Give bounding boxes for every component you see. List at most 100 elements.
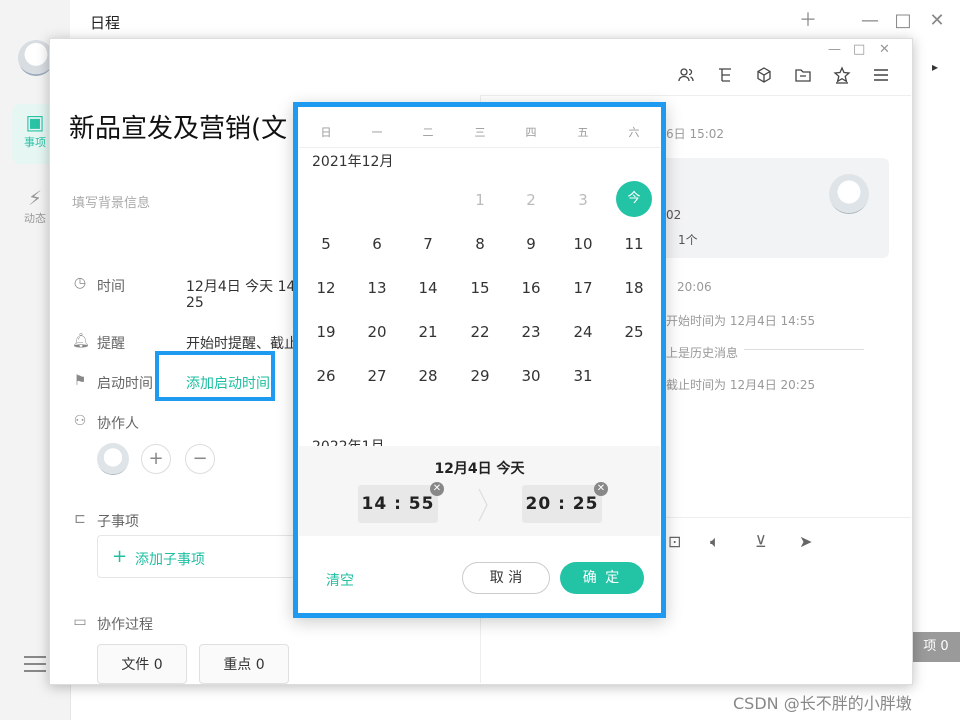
- clear-end-time-icon[interactable]: ✕: [594, 482, 608, 496]
- folder-icon[interactable]: [793, 66, 813, 86]
- calendar-day[interactable]: 25: [616, 314, 652, 350]
- calendar-day[interactable]: 27: [359, 358, 395, 394]
- calendar-day[interactable]: 24: [565, 314, 601, 350]
- background-info-field[interactable]: 填写背景信息: [72, 192, 150, 211]
- confirm-button[interactable]: 确 定: [560, 562, 644, 594]
- reminder-label: 提醒: [97, 336, 125, 352]
- minimize-icon[interactable]: —: [828, 42, 841, 57]
- remove-collaborator-button[interactable]: −: [185, 444, 215, 474]
- chevron-right-icon[interactable]: ▸: [932, 60, 938, 74]
- weekday-label: 六: [628, 126, 640, 139]
- add-collaborator-button[interactable]: +: [141, 444, 171, 474]
- calendar-day[interactable]: 3: [565, 182, 601, 218]
- cancel-button[interactable]: 取 消: [462, 562, 550, 594]
- app-title: 日程: [90, 14, 121, 32]
- start-time-label: 启动时间: [97, 376, 153, 392]
- calendar-day[interactable]: 30: [513, 358, 549, 394]
- calendar-day[interactable]: 31: [565, 358, 601, 394]
- end-time-field[interactable]: 20 : 25: [522, 485, 602, 523]
- weekday-label: 一: [371, 126, 383, 139]
- calendar-day[interactable]: 21: [410, 314, 446, 350]
- menu-icon[interactable]: [871, 66, 891, 86]
- hierarchy-icon[interactable]: [715, 66, 735, 86]
- watermark: CSDN @长不胖的小胖墩: [733, 694, 912, 713]
- calendar-day[interactable]: 29: [462, 358, 498, 394]
- maximize-icon[interactable]: □: [853, 42, 865, 57]
- close-icon[interactable]: ✕: [879, 42, 890, 57]
- calendar-day[interactable]: 13: [359, 270, 395, 306]
- start-time-field[interactable]: 14 : 55: [358, 485, 438, 523]
- files-tab[interactable]: 文件 0: [97, 644, 187, 684]
- close-icon[interactable]: ✕: [925, 11, 949, 31]
- background-badge: 项 0: [912, 632, 960, 662]
- presentation-icon[interactable]: ⊻: [755, 532, 767, 551]
- star-icon[interactable]: [832, 66, 852, 86]
- weekday-label: 日: [320, 126, 332, 139]
- history-divider-text: 上是历史消息: [666, 346, 739, 360]
- calendar-day[interactable]: 20: [359, 314, 395, 350]
- activity-log: 截止时间为 12月4日 20:25: [666, 378, 816, 392]
- card-count: 1个: [678, 233, 698, 247]
- calendar-day[interactable]: 1: [462, 182, 498, 218]
- history-divider: [744, 349, 864, 350]
- avatar[interactable]: [97, 443, 129, 475]
- calendar-day[interactable]: 28: [410, 358, 446, 394]
- calendar-day[interactable]: 5: [308, 226, 344, 262]
- clear-start-time-icon[interactable]: ✕: [430, 482, 444, 496]
- calendar-day[interactable]: 6: [359, 226, 395, 262]
- sidebar-item-label: 动态: [24, 212, 46, 225]
- calendar-day[interactable]: 15: [462, 270, 498, 306]
- calendar-day[interactable]: 18: [616, 270, 652, 306]
- time-value-cont: 25: [186, 295, 204, 311]
- highlights-tab[interactable]: 重点 0: [199, 644, 289, 684]
- highlight-annotation: [155, 351, 275, 401]
- send-icon[interactable]: ➤: [799, 532, 812, 551]
- calendar-day[interactable]: 19: [308, 314, 344, 350]
- plus-icon: +: [112, 546, 128, 567]
- task-title[interactable]: 新品宣发及营销(文: [69, 108, 287, 145]
- calendar-day[interactable]: 7: [410, 226, 446, 262]
- selected-date: 12月4日 今天: [434, 461, 525, 477]
- calendar-day[interactable]: 17: [565, 270, 601, 306]
- add-subtask-label: 添加子事项: [135, 552, 205, 568]
- reminder-value[interactable]: 开始时提醒、截止: [186, 333, 298, 353]
- time-value[interactable]: 12月4日 今天 14: [186, 276, 295, 296]
- calendar-day[interactable]: 10: [565, 226, 601, 262]
- cube-icon[interactable]: [754, 66, 774, 86]
- calendar-day[interactable]: 16: [513, 270, 549, 306]
- calendar-day[interactable]: 2: [513, 182, 549, 218]
- clear-button[interactable]: 清空: [326, 570, 354, 590]
- menu-icon[interactable]: [24, 656, 46, 672]
- arrow-right-icon: [478, 488, 488, 522]
- calendar-day[interactable]: 26: [308, 358, 344, 394]
- next-month-label: 2022年1月: [312, 436, 385, 446]
- subtask-label: 子事项: [97, 514, 139, 530]
- avatar[interactable]: [829, 174, 869, 214]
- calendar-day-today[interactable]: 今: [616, 181, 652, 217]
- activity-time-2: 20:06: [677, 280, 712, 294]
- month-label: 2021年12月: [312, 154, 394, 170]
- clock-icon: ◷: [73, 275, 87, 291]
- members-icon[interactable]: [676, 66, 696, 86]
- minimize-icon[interactable]: —: [858, 11, 882, 31]
- calendar-day[interactable]: 12: [308, 270, 344, 306]
- calendar-day[interactable]: 11: [616, 226, 652, 262]
- calendar-day[interactable]: 23: [513, 314, 549, 350]
- process-label: 协作过程: [97, 617, 153, 633]
- person-icon: ⚇: [73, 413, 87, 429]
- maximize-icon[interactable]: □: [891, 11, 915, 31]
- calendar-day[interactable]: 22: [462, 314, 498, 350]
- activity-log: 开始时间为 12月4日 14:55: [666, 314, 816, 328]
- weekday-label: 五: [577, 126, 589, 139]
- collaborators-label: 协作人: [97, 416, 139, 432]
- sidebar-item-label: 事项: [24, 136, 46, 149]
- calendar-day[interactable]: 14: [410, 270, 446, 306]
- calendar-day[interactable]: 9: [513, 226, 549, 262]
- calendar-day[interactable]: 8: [462, 226, 498, 262]
- weekday-label: 二: [422, 126, 434, 139]
- subtask-icon: ⊏: [74, 511, 86, 527]
- speaker-icon[interactable]: 🔈︎: [710, 532, 720, 552]
- flag-icon: ⚑: [73, 373, 87, 389]
- add-icon[interactable]: ＋: [796, 11, 820, 31]
- schedule-icon[interactable]: ⊡: [668, 532, 681, 551]
